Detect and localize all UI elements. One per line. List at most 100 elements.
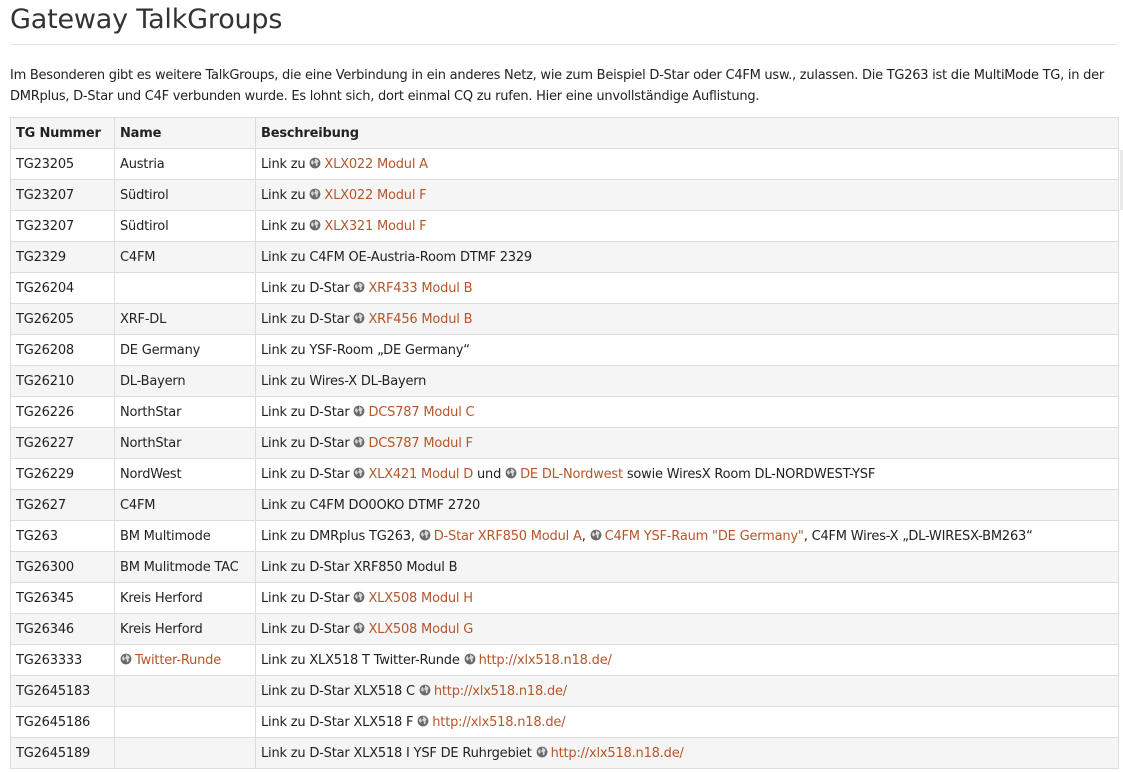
external-link[interactable]: XLX421 Modul D <box>368 467 473 482</box>
cell-tg-number: TG263 <box>10 520 115 552</box>
external-link[interactable]: C4FM YSF-Raum "DE Germany" <box>605 529 804 544</box>
external-link[interactable]: D-Star XRF850 Modul A <box>434 529 582 544</box>
external-link[interactable]: DCS787 Modul C <box>368 405 474 420</box>
table-row: TG26227 NorthStar Link zu D-Star DCS787 Mo… <box>10 427 1119 459</box>
cell-description: Link zu D-Star XLX518 F http://xlx518.n1… <box>255 706 1119 738</box>
external-link[interactable]: http://xlx518.n18.de/ <box>432 715 565 730</box>
external-link[interactable]: XLX321 Modul F <box>324 219 426 234</box>
table-row: TG2645183 Link zu D-Star XLX518 C http://… <box>10 675 1119 707</box>
cell-text: Link zu <box>261 187 310 203</box>
cell-text: BM Multimode <box>120 528 211 544</box>
cell-text: Link zu D-Star <box>261 466 354 482</box>
table-row: TG26229 NordWest Link zu D-Star XLX421 Mod… <box>10 458 1119 490</box>
cell-description: Link zu DMRplus TG263, D-Star XRF850 Mod… <box>255 520 1119 552</box>
cell-text: Link zu D-Star XLX518 F <box>261 714 418 730</box>
external-link[interactable]: DE DL-Nordwest <box>520 467 623 482</box>
globe-icon <box>353 405 365 417</box>
cell-text: NordWest <box>120 466 182 482</box>
globe-icon <box>309 188 321 200</box>
cell-tg-number: TG23205 <box>10 148 115 180</box>
table-row: TG26346 Kreis Herford Link zu D-Star XLX50… <box>10 613 1119 645</box>
globe-icon <box>353 281 365 293</box>
globe-icon <box>536 746 548 758</box>
external-link[interactable]: XRF456 Modul B <box>368 312 472 327</box>
globe-icon <box>419 684 431 696</box>
cell-text: Link zu XLX518 T Twitter-Runde <box>261 652 464 668</box>
cell-text: Südtirol <box>120 218 169 234</box>
cell-name <box>114 272 256 304</box>
external-link[interactable]: Twitter-Runde <box>135 653 221 668</box>
table-row: TG263333 Twitter-Runde Link zu XLX518 T Tw… <box>10 644 1119 676</box>
header-description: Beschreibung <box>255 117 1119 149</box>
header-tg-number: TG Nummer <box>10 117 115 149</box>
globe-icon <box>309 157 321 169</box>
table-row: TG26208 DE Germany Link zu YSF-Room „DE Ge… <box>10 334 1119 366</box>
external-link[interactable]: http://xlx518.n18.de/ <box>479 653 612 668</box>
cell-text: Link zu C4FM OE-Austria-Room DTMF 2329 <box>261 249 533 265</box>
cell-text: Link zu D-Star <box>261 404 354 420</box>
table-row: TG263 BM Multimode Link zu DMRplus TG263, … <box>10 520 1119 552</box>
cell-tg-number: TG263333 <box>10 644 115 676</box>
cell-description: Link zu XLX022 Modul F <box>255 179 1119 211</box>
cell-name: Südtirol <box>114 179 256 211</box>
cell-name <box>114 706 256 738</box>
cell-name: Kreis Herford <box>114 582 256 614</box>
cell-tg-number: TG26226 <box>10 396 115 428</box>
cell-text: Kreis Herford <box>120 621 203 637</box>
cell-text: Kreis Herford <box>120 590 203 606</box>
cell-tg-number: TG2645186 <box>10 706 115 738</box>
external-link[interactable]: DCS787 Modul F <box>368 436 473 451</box>
table-row: TG26226 NorthStar Link zu D-Star DCS787 Mo… <box>10 396 1119 428</box>
cell-text: C4FM <box>120 497 156 513</box>
table-header-row: TG Nummer Name Beschreibung <box>10 117 1119 149</box>
cell-tg-number: TG26204 <box>10 272 115 304</box>
cell-text: Link zu D-Star XRF850 Modul B <box>261 559 458 575</box>
table-row: TG23205 Austria Link zu XLX022 Modul A <box>10 148 1119 180</box>
table-body: TG23205 Austria Link zu XLX022 Modul A TG23… <box>10 148 1119 769</box>
cell-text: , <box>581 528 590 544</box>
cell-description: Link zu XLX022 Modul A <box>255 148 1119 180</box>
external-link[interactable]: XLX508 Modul G <box>368 622 473 637</box>
table-row: TG2329 C4FM Link zu C4FM OE-Austria-Room D… <box>10 241 1119 273</box>
external-link[interactable]: http://xlx518.n18.de/ <box>551 746 684 761</box>
table-row: TG26204 Link zu D-Star XRF433 Modul B <box>10 272 1119 304</box>
external-link[interactable]: http://xlx518.n18.de/ <box>434 684 567 699</box>
table-row: TG23207 Südtirol Link zu XLX321 Modul F <box>10 210 1119 242</box>
globe-icon <box>505 467 517 479</box>
cell-tg-number: TG2645183 <box>10 675 115 707</box>
cell-text: Link zu <box>261 218 310 234</box>
talkgroups-table: TG Nummer Name Beschreibung TG23205 Austr… <box>10 117 1119 769</box>
cell-tg-number: TG26227 <box>10 427 115 459</box>
cell-name: XRF-DL <box>114 303 256 335</box>
cell-description: Link zu C4FM DO0OKO DTMF 2720 <box>255 489 1119 521</box>
cell-name: NordWest <box>114 458 256 490</box>
cell-text: BM Mulitmode TAC <box>120 559 239 575</box>
cell-tg-number: TG26208 <box>10 334 115 366</box>
cell-name: Twitter-Runde <box>114 644 256 676</box>
table-row: TG26210 DL-Bayern Link zu Wires-X DL-Bayer… <box>10 365 1119 397</box>
cell-name <box>114 675 256 707</box>
external-link[interactable]: XLX508 Modul H <box>368 591 473 606</box>
cell-tg-number: TG26346 <box>10 613 115 645</box>
table-row: TG23207 Südtirol Link zu XLX022 Modul F <box>10 179 1119 211</box>
external-link[interactable]: XLX022 Modul A <box>324 157 428 172</box>
cell-text: Austria <box>120 156 165 172</box>
globe-icon <box>309 219 321 231</box>
globe-icon <box>120 653 132 665</box>
cell-description: Link zu D-Star DCS787 Modul F <box>255 427 1119 459</box>
cell-name: NorthStar <box>114 396 256 428</box>
cell-tg-number: TG2627 <box>10 489 115 521</box>
external-link[interactable]: XRF433 Modul B <box>368 281 472 296</box>
table-row: TG26205 XRF-DL Link zu D-Star XRF456 Modul… <box>10 303 1119 335</box>
intro-paragraph: Im Besonderen gibt es weitere TalkGroups… <box>10 68 1104 104</box>
cell-name: BM Multimode <box>114 520 256 552</box>
cell-name <box>114 737 256 769</box>
cell-text: C4FM <box>120 249 156 265</box>
cell-text: NorthStar <box>120 404 182 420</box>
table-row: TG26345 Kreis Herford Link zu D-Star XLX50… <box>10 582 1119 614</box>
cell-description: Link zu D-Star XLX508 Modul H <box>255 582 1119 614</box>
external-link[interactable]: XLX022 Modul F <box>324 188 426 203</box>
cell-name: Südtirol <box>114 210 256 242</box>
cell-text: Südtirol <box>120 187 169 203</box>
cell-name: Austria <box>114 148 256 180</box>
